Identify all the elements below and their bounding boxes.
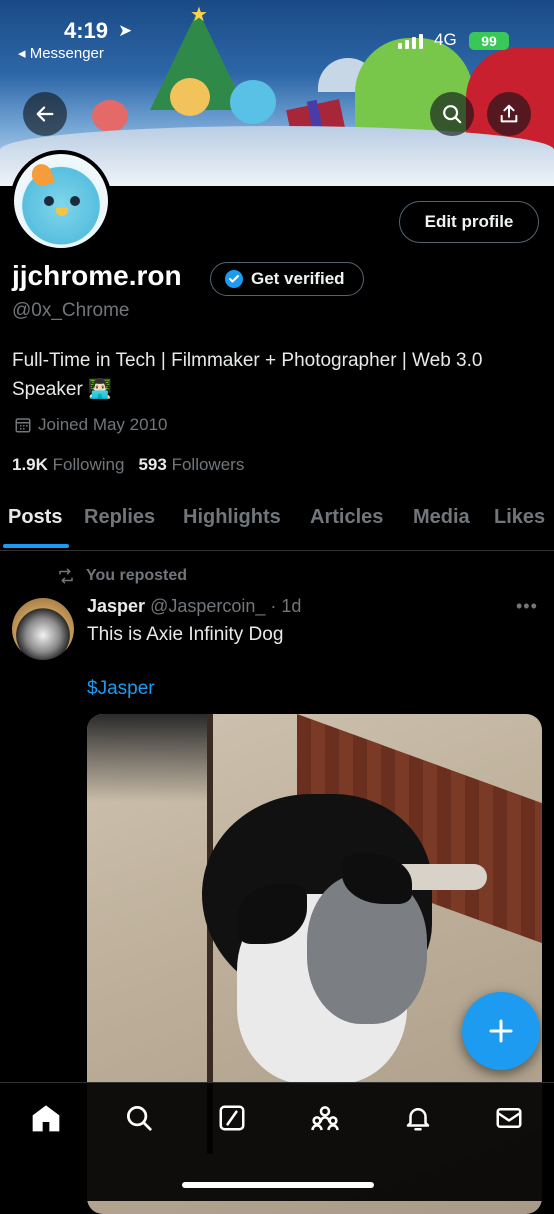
nav-messages[interactable] (492, 1101, 526, 1135)
network-label: 4G (434, 30, 457, 49)
followers-label: Followers (171, 455, 245, 474)
banner-character (92, 100, 128, 132)
nav-search[interactable] (122, 1101, 156, 1135)
home-icon (32, 1105, 60, 1132)
share-icon (500, 104, 518, 123)
get-verified-label: Get verified (251, 269, 345, 288)
home-indicator[interactable] (182, 1182, 374, 1188)
post-author-name[interactable]: Jasper (87, 596, 145, 616)
grok-icon (219, 1105, 245, 1131)
banner-character (230, 80, 276, 124)
back-to-app-link[interactable]: ◂ Messenger (18, 44, 104, 62)
avatar-beak (56, 208, 68, 216)
search-button[interactable] (430, 92, 474, 136)
nav-grok[interactable] (215, 1101, 249, 1135)
repost-label: You reposted (86, 567, 188, 584)
active-tab-indicator (3, 544, 69, 548)
avatar-horn (28, 161, 56, 189)
post-author-avatar[interactable] (12, 598, 74, 660)
repost-indicator: You reposted (56, 567, 187, 585)
compose-button[interactable] (462, 992, 540, 1070)
followers-link[interactable]: 593 Followers (138, 455, 244, 475)
back-arrow-icon (36, 106, 54, 122)
nav-notifications[interactable] (401, 1101, 435, 1135)
follow-stats: 1.9K Following 593 Followers (12, 455, 244, 475)
back-button[interactable] (23, 92, 67, 136)
banner-character (170, 78, 210, 116)
location-icon: ➤ (118, 21, 133, 40)
post-header: Jasper @Jaspercoin_ · 1d (87, 596, 301, 617)
battery-indicator: 99 (469, 32, 509, 50)
tab-highlights[interactable]: Highlights (183, 506, 281, 529)
search-icon (127, 1106, 152, 1131)
verified-badge-icon (225, 270, 243, 288)
search-icon (443, 105, 462, 124)
plus-icon (489, 1019, 513, 1043)
edit-profile-button[interactable]: Edit profile (399, 201, 539, 243)
tab-articles[interactable]: Articles (310, 506, 383, 529)
profile-tabs: Posts Replies Highlights Articles Media … (0, 500, 554, 551)
joined-date: Joined May 2010 (14, 415, 167, 435)
tab-replies[interactable]: Replies (84, 506, 155, 529)
messages-icon (496, 1108, 522, 1128)
get-verified-button[interactable]: Get verified (210, 262, 364, 296)
status-time: 4:19 (64, 18, 109, 43)
following-count: 1.9K (12, 455, 48, 474)
repost-icon (59, 568, 73, 584)
status-bar: 4:19 ➤ ◂ Messenger 4G 99 (0, 18, 554, 68)
tab-posts[interactable]: Posts (8, 506, 62, 529)
share-button[interactable] (487, 92, 531, 136)
avatar-eye (44, 196, 54, 206)
post-author-handle[interactable]: @Jaspercoin_ (150, 596, 265, 616)
communities-icon (311, 1106, 339, 1131)
joined-label: Joined May 2010 (38, 415, 168, 434)
tab-likes[interactable]: Likes (494, 506, 545, 529)
post-time: · 1d (270, 596, 302, 616)
calendar-icon (15, 418, 31, 433)
nav-communities[interactable] (308, 1101, 342, 1135)
display-name: jjchrome.ron (12, 260, 182, 291)
followers-count: 593 (138, 455, 167, 474)
profile-avatar[interactable] (10, 150, 112, 252)
cashtag-link[interactable]: $Jasper (87, 678, 155, 700)
following-label: Following (52, 455, 125, 474)
signal-icon (398, 34, 423, 49)
tab-media[interactable]: Media (413, 506, 470, 529)
avatar-eye (70, 196, 80, 206)
profile-bio: Full-Time in Tech | Filmmaker + Photogra… (12, 350, 483, 400)
following-link[interactable]: 1.9K Following (12, 455, 124, 475)
nav-home[interactable] (29, 1101, 63, 1135)
notifications-icon (406, 1108, 430, 1131)
user-handle: @0x_Chrome (12, 300, 130, 321)
more-options-icon[interactable]: ••• (516, 596, 538, 617)
post-text: This is Axie Infinity Dog (87, 624, 284, 645)
